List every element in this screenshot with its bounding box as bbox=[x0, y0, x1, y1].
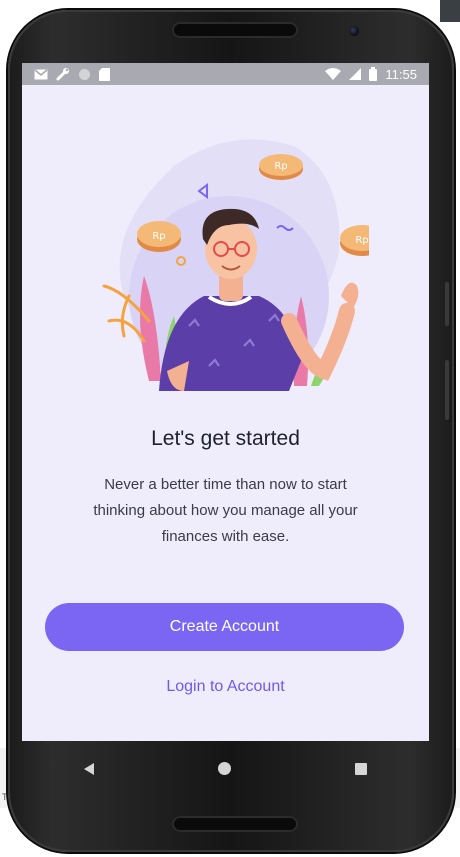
power-button bbox=[445, 360, 449, 420]
svg-text:Rp: Rp bbox=[274, 161, 287, 172]
battery-icon bbox=[369, 67, 378, 81]
volume-button bbox=[445, 282, 449, 326]
app-screen: 11:55 Rp Rp Rp Let's get started Never a… bbox=[22, 63, 429, 741]
recent-apps-icon[interactable] bbox=[355, 762, 367, 775]
signal-icon bbox=[349, 68, 362, 80]
gmail-icon bbox=[34, 68, 48, 79]
svg-text:Rp: Rp bbox=[152, 231, 165, 242]
coin-icon-left: Rp bbox=[137, 221, 181, 252]
front-camera bbox=[349, 26, 359, 36]
circle-icon bbox=[79, 68, 90, 80]
sd-card-icon bbox=[99, 67, 110, 81]
hero-illustration: Rp Rp Rp bbox=[102, 139, 369, 391]
navigation-bar bbox=[22, 741, 429, 796]
top-speaker bbox=[172, 22, 298, 38]
background-edge-text: T bbox=[2, 793, 8, 803]
back-icon[interactable] bbox=[84, 762, 94, 775]
status-bar: 11:55 bbox=[22, 63, 429, 85]
wifi-icon bbox=[325, 68, 342, 80]
page-title: Let's get started bbox=[151, 427, 300, 450]
home-icon[interactable] bbox=[218, 762, 231, 775]
svg-text:Rp: Rp bbox=[355, 235, 368, 246]
coin-icon-top: Rp bbox=[259, 154, 303, 180]
status-time: 11:55 bbox=[385, 66, 417, 82]
wrench-icon bbox=[56, 68, 69, 81]
background-edge bbox=[440, 0, 460, 22]
create-account-button[interactable]: Create Account bbox=[45, 603, 404, 651]
page-description: Never a better time than now to start th… bbox=[93, 476, 358, 545]
bottom-speaker bbox=[172, 816, 298, 832]
coin-icon-right: Rp bbox=[340, 225, 369, 256]
login-link[interactable]: Login to Account bbox=[22, 678, 429, 696]
